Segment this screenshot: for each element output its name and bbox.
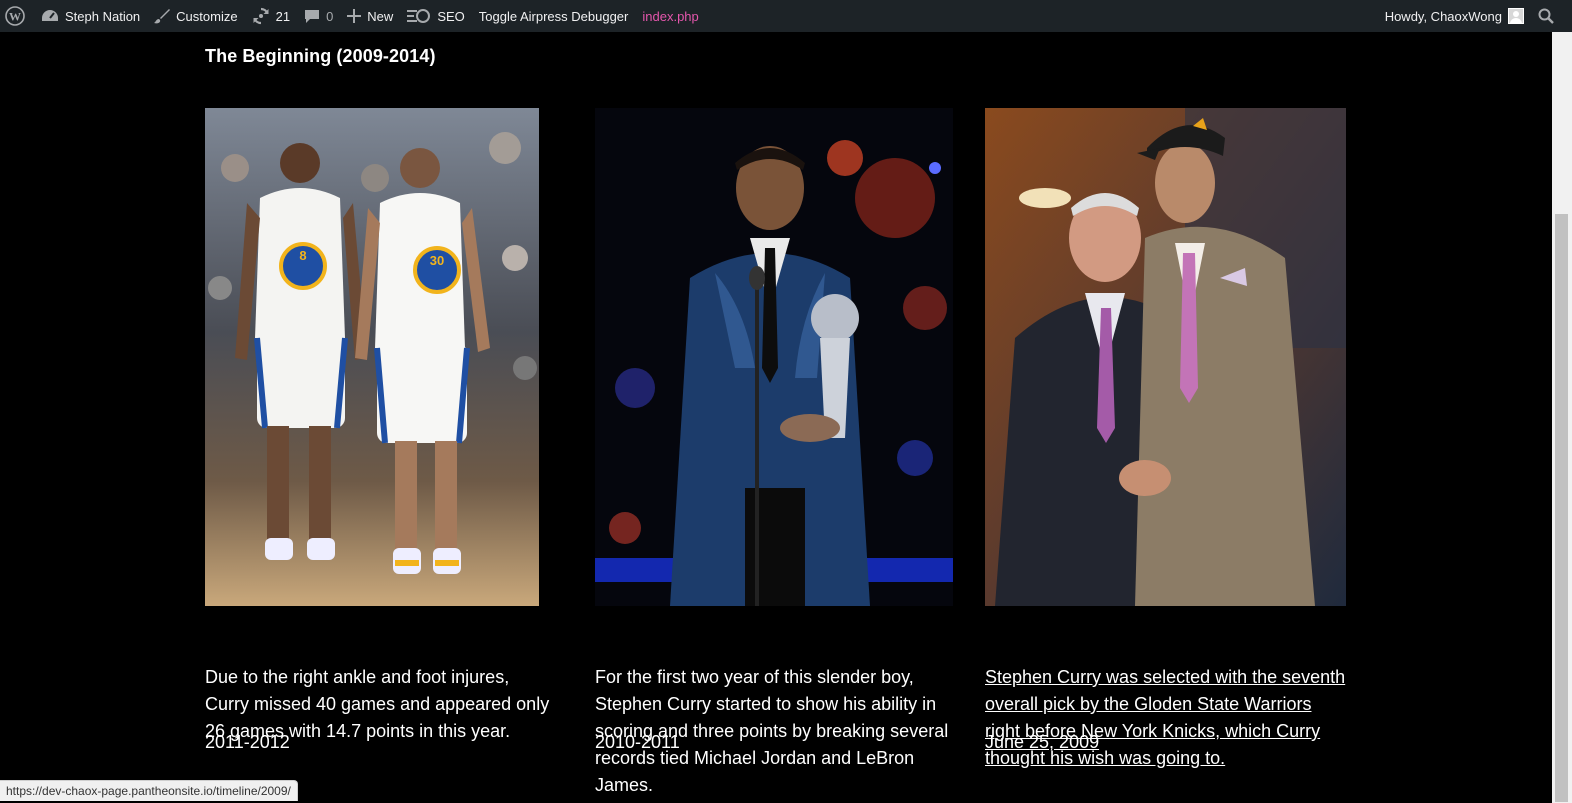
plus-icon: [347, 9, 362, 23]
svg-text:8: 8: [299, 248, 306, 263]
new-content-menu[interactable]: New: [340, 0, 400, 32]
comment-icon: [305, 10, 320, 23]
seo-icon: [407, 9, 431, 23]
avatar: [1508, 8, 1524, 24]
link-status-url: https://dev-chaox-page.pantheonsite.io/t…: [0, 780, 298, 801]
site-name-menu[interactable]: Steph Nation: [34, 0, 147, 32]
page-scrollbar[interactable]: [1552, 32, 1572, 803]
dashboard-icon: [42, 10, 58, 21]
card-description: For the first two year of this slender b…: [595, 667, 949, 795]
new-label: New: [367, 8, 394, 24]
page-title: The Beginning (2009-2014): [205, 46, 436, 66]
seo-menu[interactable]: SEO: [400, 0, 471, 32]
svg-text:30: 30: [430, 253, 444, 268]
scrollbar-thumb[interactable]: [1555, 214, 1568, 802]
wordpress-logo-icon[interactable]: W: [0, 0, 34, 32]
draft-day-photo[interactable]: [985, 108, 1346, 606]
warriors-players-photo: 8 30: [205, 108, 539, 606]
updates-icon: [253, 7, 269, 25]
search-button[interactable]: [1531, 0, 1572, 32]
svg-text:W: W: [9, 10, 21, 24]
template-file-link[interactable]: index.php: [635, 0, 705, 32]
customize-label: Customize: [176, 8, 238, 24]
site-name-label: Steph Nation: [65, 8, 141, 24]
espy-award-photo: [595, 108, 953, 606]
updates-count: 21: [275, 8, 291, 24]
customize-link[interactable]: Customize: [147, 0, 244, 32]
comments-link[interactable]: 0: [297, 0, 340, 32]
user-account-menu[interactable]: Howdy, ChaoxWong: [1378, 0, 1531, 32]
toggle-debugger-button[interactable]: Toggle Airpress Debugger: [472, 0, 636, 32]
card-description: Due to the right ankle and foot injures,…: [205, 667, 550, 741]
paintbrush-icon: [154, 9, 171, 24]
card-description-link[interactable]: Stephen Curry was selected with the seve…: [985, 664, 1347, 772]
updates-link[interactable]: 21: [245, 0, 297, 32]
comments-count: 0: [326, 8, 334, 24]
debugger-label: Toggle Airpress Debugger: [478, 8, 629, 24]
seo-label: SEO: [437, 8, 465, 24]
admin-bar: W Steph Nation Customize 21 0 New SEO To…: [0, 0, 1572, 32]
template-label: index.php: [642, 8, 699, 24]
search-icon: [1538, 8, 1554, 24]
howdy-label: Howdy, ChaoxWong: [1384, 8, 1502, 24]
